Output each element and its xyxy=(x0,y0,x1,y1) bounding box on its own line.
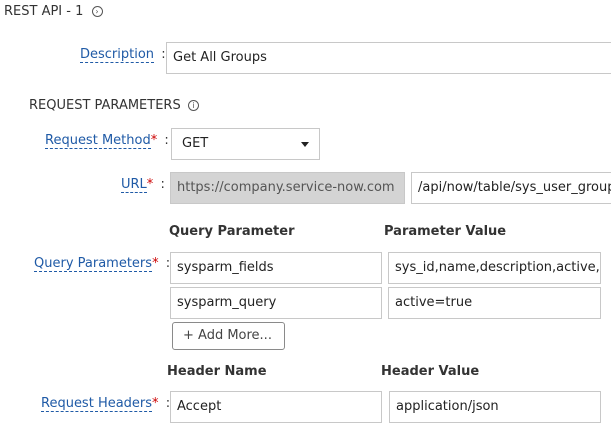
required-marker: * xyxy=(146,177,154,192)
caret-down-icon xyxy=(301,142,309,147)
colon: : xyxy=(160,177,165,192)
page-title: REST API - 1 xyxy=(4,4,84,19)
request-method-label[interactable]: Request Method xyxy=(45,133,151,149)
query-parameters-label-row: Query Parameters* : xyxy=(34,256,170,272)
url-base-field: https://company.service-now.com xyxy=(170,172,405,204)
info-icon[interactable]: i xyxy=(187,100,199,111)
header-value-col-header: Header Value xyxy=(381,364,480,379)
header-name-field[interactable]: Accept xyxy=(170,391,382,423)
header-value-field[interactable]: application/json xyxy=(389,391,601,423)
query-parameter-col-header: Query Parameter xyxy=(169,224,295,239)
request-parameters-heading: REQUEST PARAMETERS i xyxy=(29,98,199,113)
required-marker: * xyxy=(150,133,158,148)
colon: : xyxy=(161,47,166,62)
colon: : xyxy=(164,133,169,148)
add-more-button[interactable]: + Add More... xyxy=(172,322,285,350)
query-param-value-field[interactable]: sys_id,name,description,active,sys_creat… xyxy=(388,252,601,284)
request-headers-label[interactable]: Request Headers xyxy=(41,396,153,412)
query-parameters-label[interactable]: Query Parameters xyxy=(34,256,153,272)
query-param-value-field[interactable]: active=true xyxy=(388,287,601,319)
request-method-value: GET xyxy=(182,136,209,151)
url-label-row: URL* : xyxy=(121,177,165,193)
query-param-name-field[interactable]: sysparm_query xyxy=(170,287,382,319)
description-label[interactable]: Description xyxy=(80,47,155,63)
header-name-col-header: Header Name xyxy=(167,364,267,379)
required-marker: * xyxy=(152,396,159,411)
request-method-select[interactable]: GET xyxy=(171,128,320,160)
required-marker: * xyxy=(152,256,159,271)
request-method-label-row: Request Method* : xyxy=(45,133,169,149)
description-field[interactable]: Get All Groups xyxy=(166,42,611,74)
query-param-name-field[interactable]: sysparm_fields xyxy=(170,252,382,284)
page-title-row: REST API - 1 › xyxy=(4,4,103,19)
chevron-circle-icon[interactable]: › xyxy=(91,6,103,17)
parameter-value-col-header: Parameter Value xyxy=(384,224,507,239)
url-label[interactable]: URL xyxy=(121,177,147,193)
request-parameters-title: REQUEST PARAMETERS xyxy=(29,98,181,113)
request-headers-label-row: Request Headers* : xyxy=(41,396,170,412)
url-path-field[interactable]: /api/now/table/sys_user_group xyxy=(411,172,611,204)
description-label-row: Description : xyxy=(80,47,166,63)
